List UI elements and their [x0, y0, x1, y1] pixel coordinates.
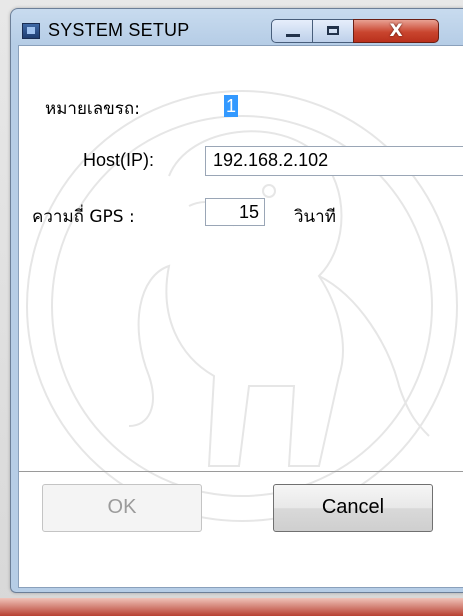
host-ip-label: Host(IP): [83, 150, 155, 170]
cancel-button[interactable]: Cancel [273, 484, 433, 532]
system-setup-dialog: SYSTEM SETUP X หมายเลขรถ: 1 Host(IP): 19… [10, 8, 463, 593]
dialog-client-area: หมายเลขรถ: 1 Host(IP): 192.168.2.102 ควา… [18, 45, 463, 588]
gps-frequency-input[interactable]: 15 [205, 198, 265, 226]
gps-unit-label: วินาที [294, 207, 336, 227]
maximize-button[interactable] [312, 19, 354, 43]
taskbar-strip [0, 598, 463, 616]
bus-number-label: หมายเลขรถ: [45, 99, 140, 119]
title-bar[interactable]: SYSTEM SETUP X [11, 9, 463, 43]
maximize-icon [327, 26, 339, 35]
window-app-icon[interactable] [22, 23, 40, 39]
window-title: SYSTEM SETUP [48, 20, 190, 40]
minimize-icon [286, 34, 300, 37]
close-icon: X [389, 21, 403, 41]
minimize-button[interactable] [271, 19, 313, 43]
button-divider [19, 471, 463, 472]
close-button[interactable]: X [353, 19, 439, 43]
gps-frequency-label: ความถี่ GPS : [32, 207, 135, 227]
bus-number-field[interactable]: 1 [224, 95, 239, 117]
host-ip-input[interactable]: 192.168.2.102 [205, 146, 463, 176]
ok-button[interactable]: OK [42, 484, 202, 532]
